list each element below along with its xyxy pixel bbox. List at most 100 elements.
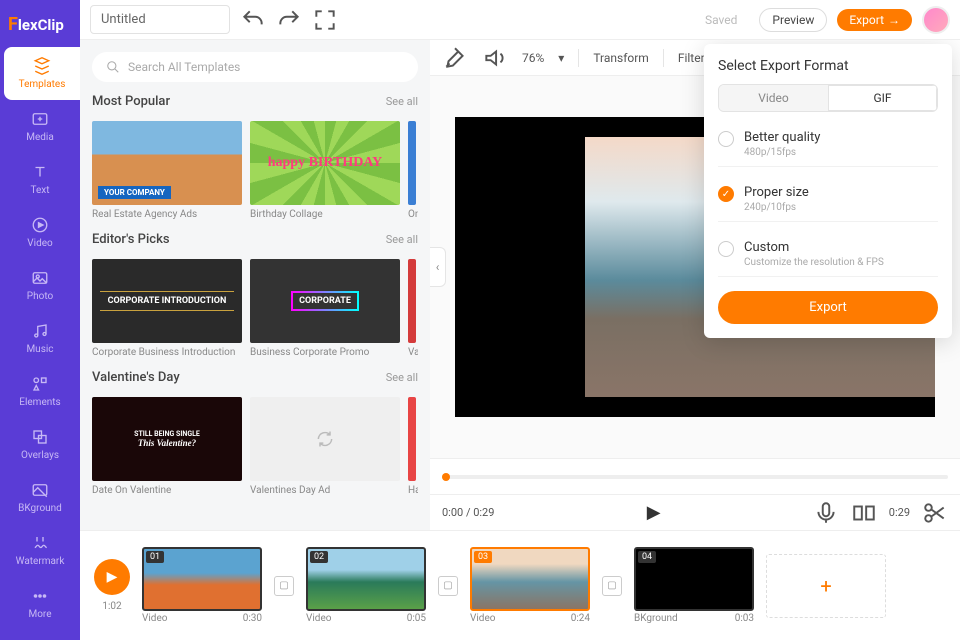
template-card[interactable]: CORPORATE INTRODUCTIONCorporate Business… [92,259,242,358]
transform-button[interactable]: Transform [593,51,649,65]
duration-display: 0:29 [889,506,910,519]
template-card[interactable]: Hap [408,397,418,496]
nav-bkground[interactable]: BKground [0,471,80,524]
topbar: Saved Preview Export→ [80,0,960,40]
section-title: Valentine's Day [92,370,180,385]
photo-icon [31,269,49,287]
transition-button[interactable]: ▢ [274,576,294,596]
timeline: ▶ 1:02 01Video0:30 ▢ 02Video0:05 ▢ 03Vid… [80,530,960,640]
export-button[interactable]: Export→ [837,9,912,31]
undo-icon [240,7,266,33]
user-avatar[interactable] [922,6,950,34]
export-popup: Select Export Format Video GIF Better qu… [704,44,952,338]
template-card[interactable]: Valentines Day Ad [250,397,400,496]
nav-photo[interactable]: Photo [0,259,80,312]
format-tabs: Video GIF [718,84,938,112]
section-title: Most Popular [92,94,170,109]
option-better-quality[interactable]: Better quality480p/15fps [718,122,938,167]
nav-video[interactable]: Video [0,206,80,259]
paint-button[interactable] [442,45,468,71]
see-all-link[interactable]: See all [386,371,418,384]
text-icon [31,163,49,181]
template-card[interactable]: happy BIRTHDAYBirthday Collage [250,121,400,220]
total-duration: 1:02 [94,601,130,612]
search-input[interactable]: Search All Templates [92,52,418,82]
split-button[interactable] [851,500,877,526]
overlays-icon [31,428,49,446]
logo[interactable]: FlexClip [0,8,80,47]
nav-media[interactable]: Media [0,100,80,153]
transition-button[interactable]: ▢ [602,576,622,596]
player-controls [430,458,960,494]
templates-icon [33,57,51,75]
chevron-down-icon: ▾ [558,51,564,65]
option-custom[interactable]: CustomCustomize the resolution & FPS [718,232,938,277]
undo-button[interactable] [240,7,266,33]
radio-icon [718,241,734,257]
tab-video[interactable]: Video [719,85,828,111]
sidebar: FlexClip Templates Media Text Video Phot… [0,0,80,640]
media-icon [31,110,49,128]
nav-more[interactable]: More [0,577,80,630]
saved-status: Saved [693,9,749,31]
templates-panel: Search All Templates Most Popular See all… [80,40,430,530]
timeline-clip[interactable]: 01Video0:30 [142,547,262,624]
export-confirm-button[interactable]: Export [718,291,938,324]
elements-icon [31,375,49,393]
more-icon [31,587,49,605]
music-icon [31,322,49,340]
nav-overlays[interactable]: Overlays [0,418,80,471]
see-all-link[interactable]: See all [386,95,418,108]
template-card[interactable]: Val [408,259,418,358]
template-card[interactable]: STILL BEING SINGLEThis Valentine?Date On… [92,397,242,496]
mic-icon [813,500,839,526]
timeline-play-button[interactable]: ▶ [94,559,130,595]
template-card[interactable]: Onl [408,121,418,220]
timeline-clip[interactable]: 03Video0:24 [470,547,590,624]
bkground-icon [31,481,49,499]
radio-icon [718,131,734,147]
video-icon [31,216,49,234]
transition-button[interactable]: ▢ [438,576,458,596]
play-button[interactable]: ▶ [647,502,661,523]
preview-button[interactable]: Preview [759,8,827,32]
redo-button[interactable] [276,7,302,33]
timeline-clip[interactable]: 02Video0:05 [306,547,426,624]
template-card[interactable]: Real Estate Agency Ads [92,121,242,220]
zoom-level[interactable]: 76% [522,51,544,65]
timeline-clip[interactable]: 04BKground0:03 [634,547,754,624]
fullscreen-button[interactable] [312,7,338,33]
mic-button[interactable] [813,500,839,526]
fullscreen-icon [312,7,338,33]
progress-bar[interactable] [442,475,948,479]
paint-icon [442,45,468,71]
volume-icon [482,45,508,71]
nav-text[interactable]: Text [0,153,80,206]
project-title-input[interactable] [90,5,230,34]
popup-title: Select Export Format [718,58,938,74]
filter-button[interactable]: Filter [678,51,705,65]
nav-music[interactable]: Music [0,312,80,365]
option-proper-size[interactable]: Proper size240p/10fps [718,177,938,222]
trim-button[interactable] [922,500,948,526]
nav-templates[interactable]: Templates [4,47,80,100]
redo-icon [276,7,302,33]
collapse-panel-button[interactable]: ‹ [430,247,446,287]
tab-gif[interactable]: GIF [828,85,937,111]
template-card[interactable]: CORPORATEBusiness Corporate Promo [250,259,400,358]
arrow-right-icon: → [888,13,900,27]
watermark-icon [31,534,49,552]
editor-area: 76%▾ Transform Filter Adjust ‹ 0:00 / 0:… [430,40,960,530]
nav-elements[interactable]: Elements [0,365,80,418]
scissors-icon [922,500,948,526]
volume-button[interactable] [482,45,508,71]
split-icon [851,500,877,526]
see-all-link[interactable]: See all [386,233,418,246]
refresh-icon [315,429,335,449]
nav-watermark[interactable]: Watermark [0,524,80,577]
add-clip-button[interactable]: + [766,554,886,618]
time-display: 0:00 / 0:29 [442,506,494,519]
radio-icon [718,186,734,202]
section-title: Editor's Picks [92,232,170,247]
search-icon [106,60,120,74]
